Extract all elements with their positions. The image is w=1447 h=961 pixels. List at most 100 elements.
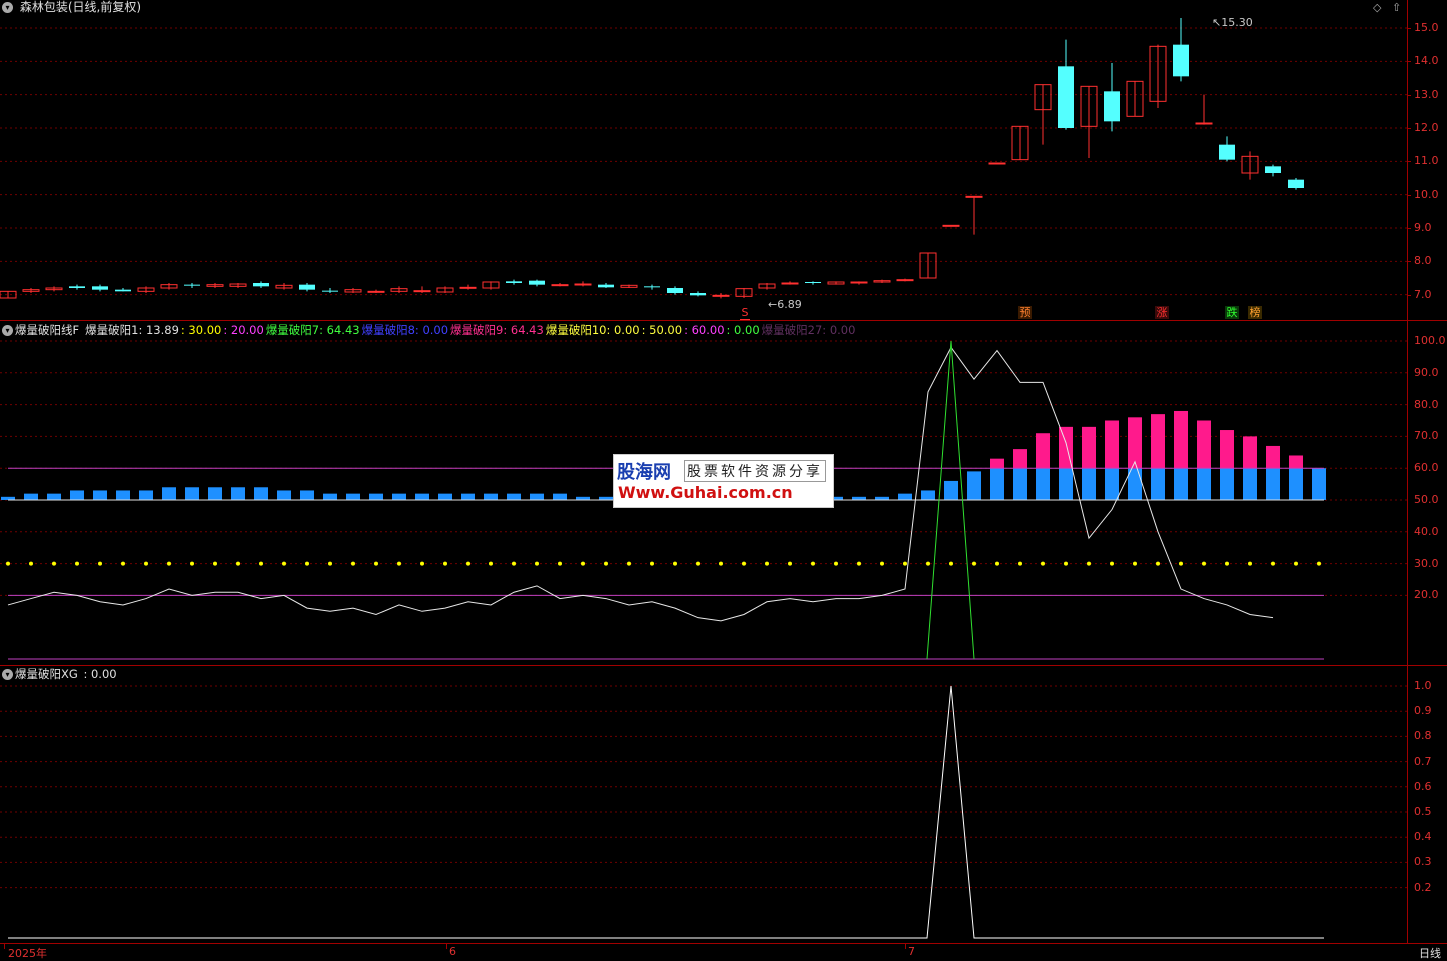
signal-badge-s[interactable]: S [740, 306, 750, 320]
blue-bar [185, 487, 199, 500]
signal-badge-down[interactable]: 跌 [1225, 306, 1239, 319]
blue-bar [300, 490, 314, 500]
blue-bar [231, 487, 245, 500]
blue-bar [254, 487, 268, 500]
pink-bar [1013, 449, 1027, 469]
pink-bar [1266, 445, 1280, 469]
candle-body [92, 286, 108, 290]
indicator1-title[interactable]: ▾ 爆量破阳线F 爆量破阳1: 13.89: 30.00: 20.00 爆量破阳7: … [2, 322, 859, 338]
price-tick: 13.0 [1414, 87, 1439, 101]
chevron-down-icon[interactable]: ▾ [2, 325, 13, 336]
yellow-dot [834, 561, 838, 566]
yellow-dot [1018, 561, 1022, 566]
yellow-dot [236, 561, 240, 566]
yellow-dot [466, 561, 470, 566]
yellow-dot [374, 561, 378, 566]
yellow-dot [75, 561, 79, 566]
yellow-dot [650, 561, 654, 566]
yellow-dot [420, 561, 424, 566]
blue-bar [898, 493, 912, 500]
watermark-banner: 股海网 股票软件资源分享 Www.Guhai.com.cn [613, 454, 834, 508]
blue-bar [1312, 468, 1326, 500]
pink-bar [1036, 433, 1050, 469]
yellow-dot [397, 561, 401, 566]
indicator1-tick: 60.0 [1414, 461, 1439, 475]
candle-body [598, 284, 614, 288]
yellow-dot [1179, 561, 1183, 566]
candle-body [529, 280, 545, 285]
blue-bar [967, 471, 981, 500]
candle-body [574, 283, 592, 286]
signal-badge-up[interactable]: 涨 [1155, 306, 1169, 319]
indicator1-value-0: 爆量破阳1: 13.89 [85, 323, 179, 337]
blue-bar [1197, 468, 1211, 500]
yellow-dot [351, 561, 355, 566]
yellow-dot [144, 561, 148, 566]
yellow-dot [926, 561, 930, 566]
candle-body [690, 293, 706, 296]
signal-badge-list[interactable]: 榜 [1248, 306, 1262, 319]
indicator1-value-7: : 50.00 [641, 323, 683, 337]
candle-body [781, 282, 799, 285]
blue-bar [24, 493, 38, 500]
date-label-year: 2025年 [8, 947, 47, 960]
price-tick-mark [1407, 161, 1411, 163]
yellow-dot [995, 561, 999, 566]
indicator1-value-6: 爆量破阳10: 0.00 [545, 323, 640, 337]
candle-body [1058, 66, 1074, 128]
candle-body [988, 162, 1006, 165]
candle-body [896, 279, 914, 282]
yellow-dot [949, 561, 953, 566]
blue-bar [921, 490, 935, 500]
yellow-dot [719, 561, 723, 566]
indicator2-tick: 0.8 [1414, 729, 1432, 743]
price-tick-mark [1407, 294, 1411, 296]
yellow-dot [857, 561, 861, 566]
watermark-slogan: 股票软件资源分享 [684, 460, 826, 482]
pink-bar [1243, 436, 1257, 469]
blue-bar [1082, 468, 1096, 500]
yellow-dot [535, 561, 539, 566]
indicator1-value-9: : 0.00 [726, 323, 760, 337]
blue-bar [139, 490, 153, 500]
candle-body [551, 284, 569, 287]
indicator2-tick: 0.9 [1414, 704, 1432, 718]
period-label[interactable]: 日线 [1419, 945, 1441, 961]
price-tick: 11.0 [1414, 154, 1439, 168]
yellow-dot [1041, 561, 1045, 566]
blue-bar [162, 487, 176, 500]
blue-bar [415, 493, 429, 500]
price-tick-mark [1407, 194, 1411, 196]
indicator2-title[interactable]: ▾ 爆量破阳XG : 0.00 [2, 666, 119, 682]
yellow-dot [972, 561, 976, 566]
yellow-dot [52, 561, 56, 566]
low-price-label: ←6.89 [768, 298, 802, 311]
watermark-brand: 股海网 [617, 462, 671, 483]
indicator2-tick: 0.4 [1414, 830, 1432, 844]
price-tick: 8.0 [1414, 254, 1432, 268]
yellow-dot [1156, 561, 1160, 566]
blue-bar [277, 490, 291, 500]
blue-bar [553, 493, 567, 500]
blue-bar [461, 493, 475, 500]
candlestick-chart[interactable] [0, 0, 1407, 320]
candle-body [459, 286, 477, 289]
yellow-dot [604, 561, 608, 566]
yellow-dot [627, 561, 631, 566]
blue-bar [944, 480, 958, 500]
indicator2-value: : 0.00 [83, 667, 117, 681]
blue-bar [1013, 468, 1027, 500]
indicator1-name: 爆量破阳线F [15, 323, 80, 337]
chevron-down-icon[interactable]: ▾ [2, 669, 13, 680]
low-arrow-icon: ← [768, 298, 778, 311]
signal-badge-pre[interactable]: 预 [1018, 306, 1032, 319]
candle-body [299, 284, 315, 290]
indicator2-chart[interactable] [0, 666, 1407, 943]
high-price-value: 15.30 [1221, 16, 1253, 29]
yellow-dot [259, 561, 263, 566]
price-tick-mark [1407, 128, 1411, 129]
price-tick-mark [1407, 61, 1411, 63]
blue-bar [1289, 468, 1303, 500]
indicator1-value-1: : 30.00 [180, 323, 222, 337]
indicator1-tick: 90.0 [1414, 365, 1439, 379]
